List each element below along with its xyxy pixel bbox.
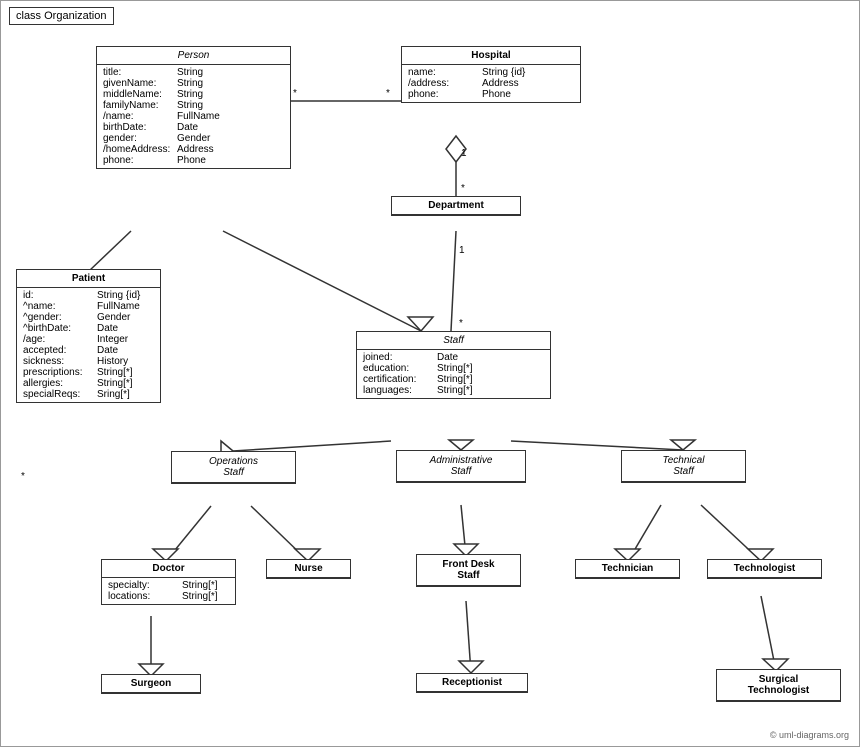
- technician-title: Technician: [576, 560, 679, 578]
- staff-title: Staff: [357, 332, 550, 350]
- svg-text:*: *: [461, 183, 465, 194]
- receptionist-title: Receptionist: [417, 674, 527, 692]
- svg-text:1: 1: [459, 245, 465, 256]
- operations-staff-class: OperationsStaff: [171, 451, 296, 484]
- surgical-technologist-title: SurgicalTechnologist: [717, 670, 840, 701]
- svg-text:1: 1: [461, 148, 467, 159]
- person-class: Person title:String givenName:String mid…: [96, 46, 291, 169]
- department-class: Department: [391, 196, 521, 216]
- hospital-attrs: name:String {id} /address:Address phone:…: [402, 65, 580, 102]
- admin-staff-title: AdministrativeStaff: [397, 451, 525, 482]
- staff-class: Staff joined:Date education:String[*] ce…: [356, 331, 551, 399]
- surgeon-class: Surgeon: [101, 674, 201, 694]
- technical-staff-title: TechnicalStaff: [622, 451, 745, 482]
- patient-title: Patient: [17, 270, 160, 288]
- technologist-title: Technologist: [708, 560, 821, 578]
- copyright: © uml-diagrams.org: [770, 730, 849, 740]
- nurse-title: Nurse: [267, 560, 350, 578]
- technologist-class: Technologist: [707, 559, 822, 579]
- front-desk-class: Front DeskStaff: [416, 554, 521, 587]
- svg-text:*: *: [293, 88, 297, 99]
- doctor-title: Doctor: [102, 560, 235, 578]
- surgical-technologist-class: SurgicalTechnologist: [716, 669, 841, 702]
- patient-class: Patient id:String {id} ^name:FullName ^g…: [16, 269, 161, 403]
- nurse-class: Nurse: [266, 559, 351, 579]
- patient-attrs: id:String {id} ^name:FullName ^gender:Ge…: [17, 288, 160, 402]
- operations-staff-title: OperationsStaff: [172, 452, 295, 483]
- department-title: Department: [392, 197, 520, 215]
- svg-text:*: *: [459, 318, 463, 329]
- person-title: Person: [97, 47, 290, 65]
- technical-staff-class: TechnicalStaff: [621, 450, 746, 483]
- doctor-attrs: specialty:String[*] locations:String[*]: [102, 578, 235, 604]
- hospital-class: Hospital name:String {id} /address:Addre…: [401, 46, 581, 103]
- svg-text:*: *: [21, 471, 25, 482]
- svg-text:*: *: [386, 88, 390, 99]
- staff-attrs: joined:Date education:String[*] certific…: [357, 350, 550, 398]
- doctor-class: Doctor specialty:String[*] locations:Str…: [101, 559, 236, 605]
- technician-class: Technician: [575, 559, 680, 579]
- diagram-container: class Organization * * 1 * 1 * *: [0, 0, 860, 747]
- hospital-title: Hospital: [402, 47, 580, 65]
- surgeon-title: Surgeon: [102, 675, 200, 693]
- front-desk-title: Front DeskStaff: [417, 555, 520, 586]
- person-attrs: title:String givenName:String middleName…: [97, 65, 290, 168]
- receptionist-class: Receptionist: [416, 673, 528, 693]
- admin-staff-class: AdministrativeStaff: [396, 450, 526, 483]
- diagram-title: class Organization: [9, 7, 114, 25]
